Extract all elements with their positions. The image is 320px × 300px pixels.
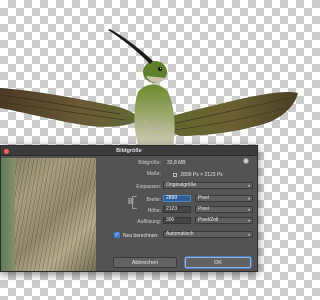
chevron-down-icon: ▾ (247, 218, 250, 223)
preview-edge (1, 158, 15, 271)
height-input[interactable]: 2123 (163, 206, 191, 213)
height-unit-select[interactable]: Pixel ▾ (195, 206, 253, 213)
resolution-unit-value: Pixel/Zoll (198, 217, 219, 223)
resolution-label: Auflösung: (137, 219, 161, 225)
cancel-button[interactable]: Abbrechen (113, 257, 177, 268)
resolution-unit-select[interactable]: Pixel/Zoll ▾ (195, 217, 253, 224)
height-label: Höhe: (147, 208, 161, 214)
fit-select-value: Originalgröße (166, 182, 197, 188)
resolution-input[interactable]: 300 (163, 217, 191, 224)
dimensions-toggle-icon (173, 172, 177, 177)
dialog-titlebar[interactable]: Bildgröße (1, 146, 257, 156)
fit-select[interactable]: Originalgröße ▾ (163, 182, 253, 189)
width-unit-value: Pixel (198, 195, 209, 201)
resample-label: Neu berechnen: (123, 233, 159, 239)
image-preview[interactable] (1, 158, 96, 271)
dimensions-width: 2899 Px (180, 172, 199, 178)
image-size-value: 32,8 MB (167, 160, 186, 166)
gear-icon[interactable] (243, 158, 249, 164)
image-size-dialog: Bildgröße Bildgröße: 32,8 MB Maße: 2899 … (0, 145, 258, 272)
ok-button[interactable]: OK (185, 257, 251, 268)
width-label: Breite: (146, 197, 161, 203)
dimensions-separator: × (200, 172, 204, 178)
image-size-label: Bildgröße: (138, 160, 161, 166)
dimensions-value[interactable]: 2899 Px × 2123 Px (173, 172, 223, 178)
dimensions-height: 2123 Px (204, 172, 223, 178)
checkmark-icon: ✓ (114, 232, 120, 238)
chevron-down-icon: ▾ (247, 183, 250, 188)
resample-checkbox[interactable]: ✓ (114, 232, 120, 238)
resample-select[interactable]: Automatisch ▾ (163, 231, 253, 238)
width-input[interactable]: 2899 (163, 195, 191, 202)
dialog-title: Bildgröße (116, 148, 142, 154)
chevron-down-icon: ▾ (247, 207, 250, 212)
close-dot-icon[interactable] (4, 148, 9, 154)
fit-label: Einpassen: (136, 184, 161, 190)
resample-select-value: Automatisch (166, 231, 194, 237)
chevron-down-icon: ▾ (247, 196, 250, 201)
dimensions-label: Maße: (146, 171, 161, 177)
chevron-down-icon: ▾ (247, 232, 250, 237)
width-unit-select[interactable]: Pixel ▾ (195, 195, 253, 202)
height-unit-value: Pixel (198, 206, 209, 212)
